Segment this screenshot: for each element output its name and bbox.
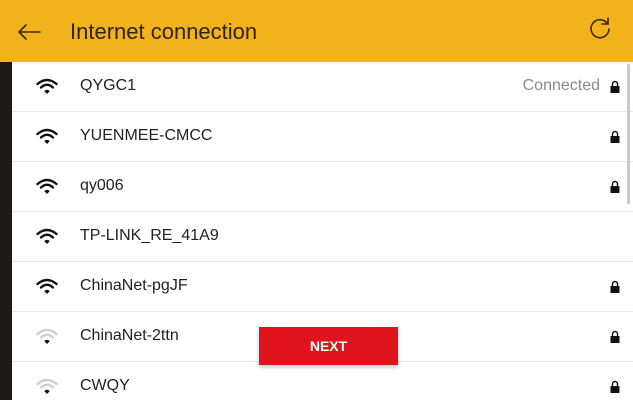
wifi-signal-icon xyxy=(36,278,58,294)
lock-icon xyxy=(610,380,620,393)
network-status: Connected xyxy=(522,77,600,94)
network-ssid: ChinaNet-pgJF xyxy=(80,277,188,294)
app-header: Internet connection xyxy=(0,0,633,62)
wifi-network-row[interactable]: TP-LINK_RE_41A9 xyxy=(12,212,633,262)
network-ssid: TP-LINK_RE_41A9 xyxy=(80,227,219,244)
wifi-signal-icon xyxy=(36,328,58,344)
lock-icon xyxy=(610,80,620,93)
wifi-network-row[interactable]: CWQY xyxy=(12,362,633,400)
network-ssid: qy006 xyxy=(80,177,124,194)
network-ssid: ChinaNet-2ttn xyxy=(80,327,179,344)
wifi-network-row[interactable]: ChinaNet-pgJF xyxy=(12,262,633,312)
lock-icon xyxy=(610,130,620,143)
wifi-signal-icon xyxy=(36,378,58,394)
network-ssid: CWQY xyxy=(80,377,130,394)
wifi-network-row[interactable]: QYGC1 Connected xyxy=(12,62,633,112)
wifi-signal-icon xyxy=(36,178,58,194)
lock-icon xyxy=(610,330,620,343)
wifi-signal-icon xyxy=(36,228,58,244)
network-ssid: YUENMEE-CMCC xyxy=(80,127,213,144)
back-arrow-icon[interactable] xyxy=(16,19,42,45)
lock-icon xyxy=(610,280,620,293)
next-button[interactable]: NEXT xyxy=(259,327,398,365)
scrollbar[interactable] xyxy=(627,64,630,204)
wifi-network-row[interactable]: YUENMEE-CMCC xyxy=(12,112,633,162)
wifi-signal-icon xyxy=(36,128,58,144)
wifi-network-row[interactable]: qy006 xyxy=(12,162,633,212)
page-title: Internet connection xyxy=(70,19,258,44)
network-ssid: QYGC1 xyxy=(80,77,137,94)
wifi-signal-icon xyxy=(36,78,58,94)
lock-icon xyxy=(610,180,620,193)
refresh-icon[interactable] xyxy=(587,16,613,42)
